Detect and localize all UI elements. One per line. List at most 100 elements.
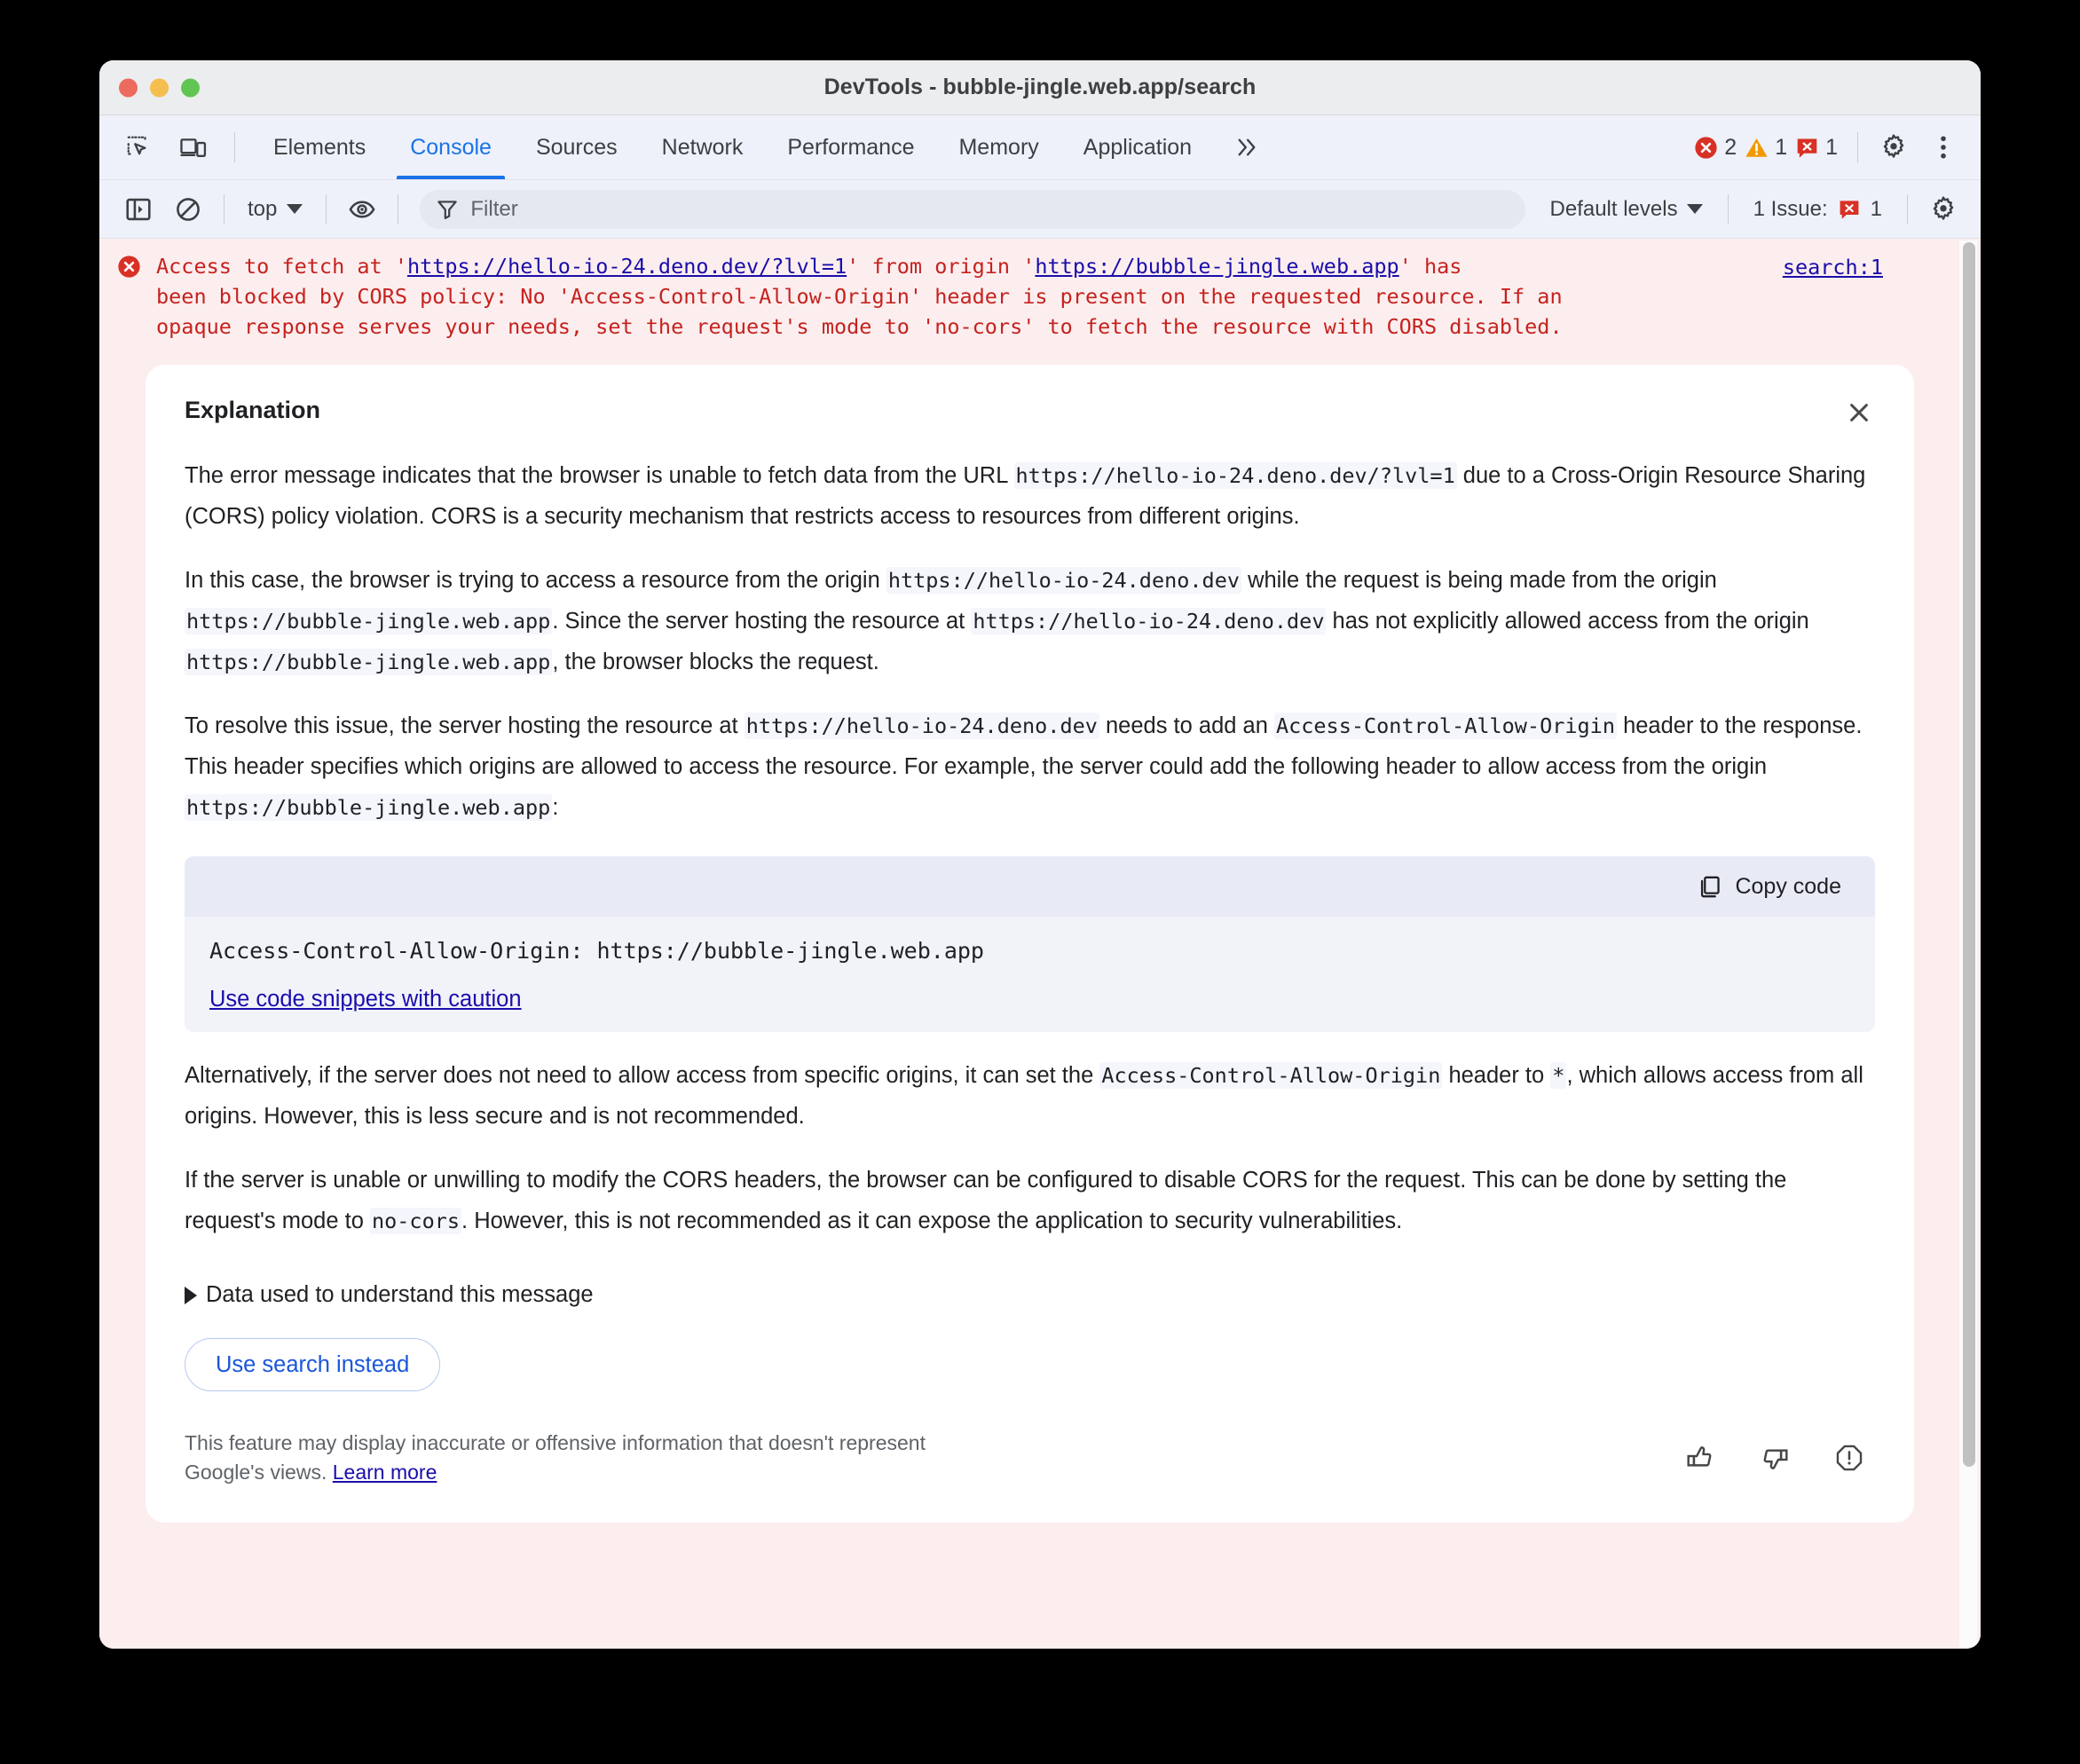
- console-sidebar-icon: [126, 198, 151, 220]
- disclaimer-text: This feature may display inaccurate or o…: [185, 1429, 948, 1487]
- filter-divider-1: [224, 193, 225, 224]
- devtools-window: DevTools - bubble-jingle.web.app/search …: [99, 60, 1981, 1649]
- triangle-right-icon: [185, 1286, 197, 1304]
- error-body-text: been blocked by CORS policy: No 'Access-…: [156, 284, 1563, 339]
- code-snippet[interactable]: Access-Control-Allow-Origin: https://bub…: [209, 938, 1850, 964]
- close-explanation-button[interactable]: [1840, 393, 1879, 432]
- tab-label: Console: [410, 134, 492, 160]
- settings-button[interactable]: [1871, 124, 1917, 170]
- thumb-up-button[interactable]: [1680, 1437, 1721, 1478]
- tab-network[interactable]: Network: [640, 115, 766, 179]
- copy-code-button[interactable]: Copy code: [1683, 867, 1855, 907]
- console-body: Access to fetch at 'https://hello-io-24.…: [99, 239, 1981, 1649]
- learn-more-link[interactable]: Learn more: [333, 1461, 437, 1484]
- tab-label: Elements: [273, 134, 366, 160]
- log-levels-selector[interactable]: Default levels: [1538, 197, 1715, 222]
- clear-console-button[interactable]: [165, 186, 211, 232]
- thumb-up-icon: [1687, 1446, 1712, 1467]
- tab-label: Network: [661, 134, 744, 160]
- console-filter-toolbar: top Filter Default levels 1 Issue: 1: [99, 180, 1981, 239]
- panel-tabs: Elements Console Sources Network Perform…: [251, 115, 1280, 179]
- inline-code: Access-Control-Allow-Origin: [1273, 713, 1617, 739]
- error-icon: [1695, 136, 1717, 159]
- code-block: Copy code Access-Control-Allow-Origin: h…: [185, 856, 1875, 1032]
- thumb-down-button[interactable]: [1754, 1437, 1795, 1478]
- tab-sources[interactable]: Sources: [514, 115, 640, 179]
- inline-code: no-cors: [369, 1208, 462, 1234]
- live-expression-button[interactable]: [339, 186, 385, 232]
- warning-icon: [1745, 138, 1768, 157]
- report-icon: [1836, 1445, 1863, 1471]
- tab-label: Application: [1083, 134, 1193, 160]
- explanation-paragraph-1: The error message indicates that the bro…: [185, 462, 1866, 529]
- issues-label: 1 Issue:: [1753, 196, 1828, 221]
- data-used-disclosure[interactable]: Data used to understand this message: [185, 1282, 1875, 1308]
- explanation-title: Explanation: [185, 397, 321, 423]
- warning-count-value: 1: [1775, 134, 1788, 160]
- error-source-link[interactable]: search:1: [1783, 255, 1883, 280]
- copy-icon: [1701, 876, 1721, 898]
- code-caution-link[interactable]: Use code snippets with caution: [209, 987, 522, 1012]
- inline-code: https://hello-io-24.deno.dev: [971, 608, 1327, 634]
- explanation-header: Explanation: [185, 395, 1875, 432]
- tab-elements[interactable]: Elements: [251, 115, 388, 179]
- console-error-message: Access to fetch at 'https://hello-io-24.…: [99, 239, 1981, 350]
- explanation-card: Explanation The error message indicates …: [146, 365, 1914, 1523]
- tab-bar-left-tools: [99, 115, 244, 179]
- issues-indicator[interactable]: 1 Issue: 1: [1741, 197, 1895, 222]
- error-count-value: 2: [1724, 134, 1737, 160]
- device-toolbar-button[interactable]: [170, 124, 217, 170]
- console-sidebar-toggle-button[interactable]: [115, 186, 162, 232]
- filter-divider-5: [1907, 193, 1908, 224]
- issue-counts[interactable]: 2 1 1: [1687, 135, 1845, 161]
- tab-memory[interactable]: Memory: [936, 115, 1060, 179]
- inline-code: https://hello-io-24.deno.dev: [886, 567, 1241, 594]
- warning-count[interactable]: 1: [1745, 135, 1787, 161]
- more-tabs-button[interactable]: [1214, 115, 1280, 179]
- more-options-button[interactable]: [1920, 124, 1966, 170]
- inline-code: https://hello-io-24.deno.dev/?lvl=1: [1013, 462, 1457, 489]
- inline-code: https://bubble-jingle.web.app: [185, 649, 553, 675]
- tab-console[interactable]: Console: [388, 115, 514, 179]
- console-settings-button[interactable]: [1920, 186, 1966, 232]
- console-error-group: Access to fetch at 'https://hello-io-24.…: [99, 239, 1981, 1649]
- disclaimer-body: This feature may display inaccurate or o…: [185, 1431, 926, 1484]
- data-used-label: Data used to understand this message: [206, 1282, 594, 1307]
- issues-indicator-count: 1: [1870, 196, 1882, 221]
- chevron-double-right-icon: [1238, 138, 1256, 156]
- inline-code: https://bubble-jingle.web.app: [185, 794, 553, 821]
- console-scrollbar[interactable]: [1959, 240, 1977, 1647]
- report-button[interactable]: [1829, 1437, 1870, 1478]
- filter-divider-2: [326, 193, 327, 224]
- filter-icon: [437, 200, 458, 219]
- kebab-menu-icon: [1941, 136, 1946, 159]
- code-block-body: Access-Control-Allow-Origin: https://bub…: [185, 917, 1875, 1032]
- error-message-text: Access to fetch at 'https://hello-io-24.…: [156, 251, 1972, 342]
- explanation-paragraph-3: To resolve this issue, the server hostin…: [185, 713, 1863, 821]
- minimize-window-button[interactable]: [150, 78, 169, 97]
- tab-application[interactable]: Application: [1061, 115, 1214, 179]
- execution-context-selector[interactable]: top: [237, 197, 313, 222]
- error-suffix: ' has: [1398, 254, 1462, 279]
- error-prefix: Access to fetch at ': [156, 254, 407, 279]
- issues-count[interactable]: 1: [1795, 135, 1838, 161]
- use-search-instead-button[interactable]: Use search instead: [185, 1338, 441, 1391]
- device-toolbar-icon: [180, 138, 207, 158]
- issue-badge-icon: [1797, 138, 1817, 158]
- error-mid: ' from origin ': [847, 254, 1036, 279]
- title-bar: DevTools - bubble-jingle.web.app/search: [99, 60, 1981, 115]
- tab-performance[interactable]: Performance: [765, 115, 936, 179]
- filter-input[interactable]: Filter: [420, 189, 1525, 229]
- toolbar-divider: [234, 132, 235, 162]
- window-title: DevTools - bubble-jingle.web.app/search: [823, 75, 1257, 99]
- issues-count-value: 1: [1825, 134, 1838, 160]
- error-url-link-2[interactable]: https://bubble-jingle.web.app: [1035, 254, 1398, 279]
- close-window-button[interactable]: [119, 78, 138, 97]
- scrollbar-thumb[interactable]: [1963, 242, 1975, 1467]
- error-count[interactable]: 2: [1694, 135, 1737, 161]
- inspect-element-button[interactable]: [115, 124, 162, 170]
- error-url-link-1[interactable]: https://hello-io-24.deno.dev/?lvl=1: [407, 254, 847, 279]
- filter-placeholder: Filter: [470, 196, 518, 221]
- feedback-controls: [1680, 1429, 1875, 1478]
- maximize-window-button[interactable]: [181, 78, 200, 97]
